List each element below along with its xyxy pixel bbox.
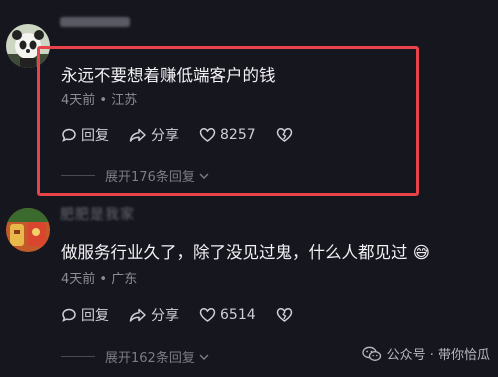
comment-location: 江苏 [111, 93, 138, 108]
comment-actions: 回复 分享 8257 [61, 124, 317, 146]
share-label: 分享 [151, 128, 179, 144]
meta-separator: • [99, 93, 108, 108]
chevron-down-icon [199, 173, 209, 179]
expand-replies[interactable]: 展开176条回复 [61, 166, 210, 185]
reply-button[interactable]: 回复 [61, 305, 109, 325]
panda-avatar-icon [6, 24, 50, 68]
comment-1: 永远不要想着赚低端客户的钱 4天前 • 江苏 回复 分享 8257 展开176条… [0, 0, 498, 200]
reply-label: 回复 [81, 128, 109, 144]
comment-meta: 4天前 • 江苏 [61, 89, 137, 108]
heart-icon [199, 128, 216, 142]
divider-line [61, 356, 95, 357]
expand-replies-label: 展开162条回复 [105, 351, 195, 366]
username-label: 肥肥是我家 [60, 207, 135, 223]
comment-time: 4天前 [61, 272, 96, 287]
share-label: 分享 [151, 308, 179, 324]
watermark: 公众号 · 带你恰瓜 [361, 344, 490, 363]
reply-icon [62, 128, 76, 142]
sweat-smile-emoji: 😅 [412, 243, 430, 262]
share-button[interactable]: 分享 [129, 305, 179, 325]
like-count: 8257 [220, 127, 256, 143]
username[interactable]: 肥肥是我家 [60, 204, 135, 224]
dislike-button[interactable] [276, 307, 297, 323]
chevron-down-icon [199, 354, 209, 360]
broken-heart-icon [276, 128, 292, 142]
reply-label: 回复 [81, 308, 109, 324]
expand-replies[interactable]: 展开162条回复 [61, 347, 210, 366]
reply-icon [62, 308, 76, 322]
comment-location: 广东 [111, 272, 138, 287]
share-icon [129, 308, 146, 322]
share-icon [129, 128, 146, 142]
like-button[interactable]: 6514 [199, 307, 256, 323]
username-blurred[interactable] [60, 14, 130, 30]
divider-line [61, 175, 95, 176]
user-avatar[interactable] [6, 208, 50, 252]
wechat-icon [361, 346, 381, 361]
comment-text: 做服务行业久了，除了没见过鬼，什么人都见过 😅 [61, 239, 430, 263]
food-avatar-icon [6, 208, 50, 252]
meta-separator: • [99, 272, 108, 287]
comment-actions: 回复 分享 6514 [61, 304, 317, 326]
broken-heart-icon [276, 308, 292, 322]
comment-text: 永远不要想着赚低端客户的钱 [61, 66, 276, 85]
share-button[interactable]: 分享 [129, 125, 179, 145]
watermark-label: 公众号 · 带你恰瓜 [386, 348, 490, 363]
reply-button[interactable]: 回复 [61, 125, 109, 145]
comment-meta: 4天前 • 广东 [61, 268, 137, 287]
user-avatar[interactable] [6, 24, 50, 68]
heart-icon [199, 308, 216, 322]
dislike-button[interactable] [276, 127, 297, 143]
expand-replies-label: 展开176条回复 [105, 170, 195, 185]
like-count: 6514 [220, 307, 256, 323]
comment-time: 4天前 [61, 93, 96, 108]
comment-text-body: 做服务行业久了，除了没见过鬼，什么人都见过 [61, 243, 408, 262]
like-button[interactable]: 8257 [199, 127, 256, 143]
